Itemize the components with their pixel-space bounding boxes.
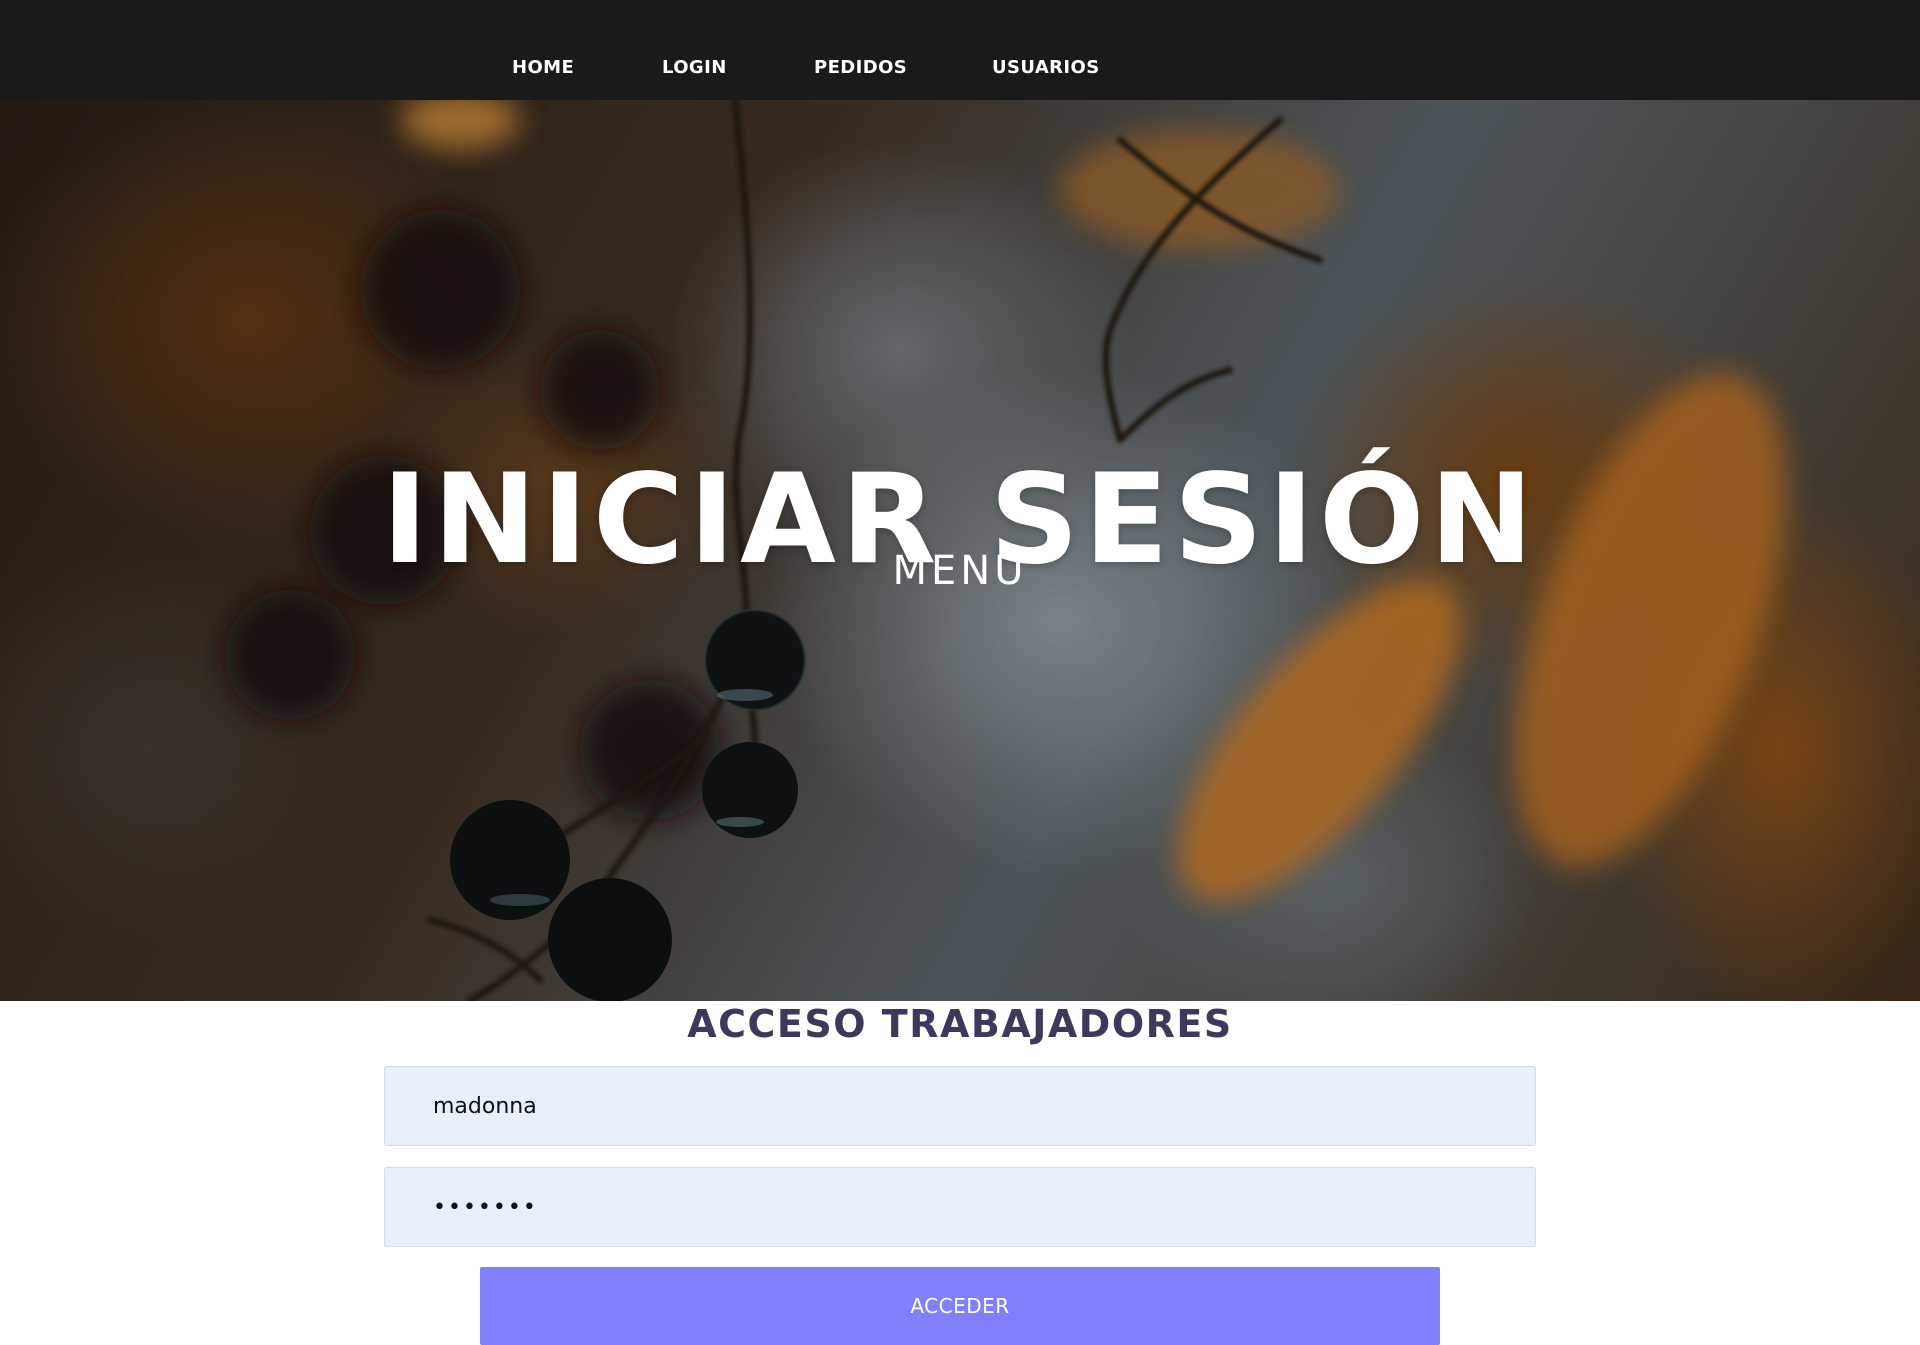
nav-link-usuarios[interactable]: USUARIOS <box>992 57 1100 78</box>
hero-subtitle: MENÚ <box>892 548 1028 594</box>
password-input[interactable] <box>384 1167 1536 1247</box>
nav-link-login[interactable]: LOGIN <box>662 57 727 78</box>
top-navbar: HOME LOGIN PEDIDOS USUARIOS <box>0 0 1920 100</box>
nav-link-pedidos[interactable]: PEDIDOS <box>814 57 907 78</box>
nav-link-home[interactable]: HOME <box>512 57 574 78</box>
hero-banner: INICIAR SESIÓN MENÚ <box>0 100 1920 1001</box>
submit-button[interactable]: ACCEDER <box>480 1267 1440 1345</box>
login-heading: ACCESO TRABAJADORES <box>687 1002 1233 1046</box>
username-input[interactable] <box>384 1066 1536 1146</box>
